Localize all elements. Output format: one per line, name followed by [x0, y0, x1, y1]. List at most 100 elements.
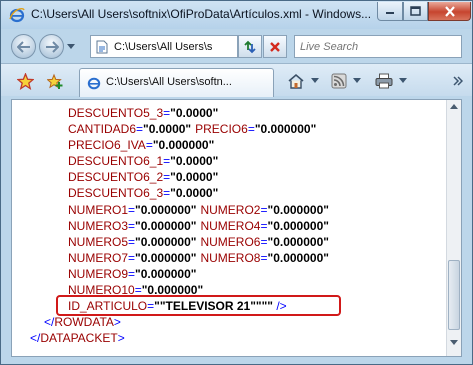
xml-equals: =	[128, 234, 136, 249]
xml-attribute-name: DESCUENTO6_3	[68, 186, 164, 201]
xml-equals: =	[145, 138, 153, 153]
xml-attribute-name: NUMERO3	[68, 218, 129, 233]
xml-line: NUMERO1="0.000000" NUMERO2="0.000000"	[12, 202, 446, 218]
arrow-right-icon	[45, 40, 59, 53]
search-box[interactable]	[294, 35, 462, 58]
navigation-bar: C:\Users\All Users\s	[1, 29, 472, 63]
refresh-button[interactable]	[238, 35, 262, 58]
xml-attribute-value: "0.0000"	[170, 154, 219, 169]
rss-feed-icon	[331, 73, 347, 89]
xml-attribute-name: DESCUENTO5_3	[68, 106, 164, 120]
stop-button[interactable]	[263, 35, 287, 58]
xml-attribute-value: "0.000000"	[135, 266, 197, 281]
printer-icon	[375, 73, 393, 89]
xml-attribute-name: NUMERO8	[200, 250, 261, 265]
arrow-left-icon	[16, 40, 30, 53]
xml-bracket: >	[117, 331, 125, 346]
title-bar[interactable]: C:\Users\All Users\softnix\OfiProData\Ar…	[1, 1, 472, 29]
xml-line: DESCUENTO5_3="0.0000"	[12, 105, 446, 121]
internet-explorer-icon	[87, 77, 101, 90]
refresh-icon	[244, 40, 256, 53]
search-input[interactable]	[296, 37, 460, 56]
xml-attribute-name: PRECIO6	[195, 122, 248, 137]
xml-bracket: >	[113, 315, 121, 330]
xml-attribute-name: NUMERO4	[200, 218, 261, 233]
feeds-chevron-down-icon[interactable]	[353, 78, 361, 84]
xml-tag-name: DATAPACKET	[40, 331, 118, 346]
more-commands-chevron-icon[interactable]	[453, 76, 463, 86]
xml-closing-tag-line: </ROWDATA>	[12, 314, 446, 330]
xml-equals: =	[128, 202, 136, 217]
add-favorites-icon[interactable]	[46, 72, 64, 90]
tab-command-bar: C:\Users\All Users\softn...	[1, 63, 472, 97]
xml-attribute-value: "0.000000"	[135, 218, 197, 233]
xml-attribute-value: "0.0000"	[170, 170, 219, 185]
home-icon	[288, 73, 304, 89]
favorites-star-icon[interactable]	[16, 72, 34, 90]
maximize-button[interactable]	[403, 2, 428, 21]
tab-active-document[interactable]: C:\Users\All Users\softn...	[79, 68, 274, 97]
xml-equals: =	[136, 122, 144, 137]
document-view[interactable]: DESCUENTO5_3="0.0000" CANTIDAD6="0.0000" P…	[11, 99, 462, 357]
xml-bracket: </	[44, 315, 55, 330]
xml-attribute-name: NUMERO1	[68, 202, 129, 217]
xml-attribute-value: "0.000000"	[135, 202, 197, 217]
home-chevron-down-icon[interactable]	[311, 78, 319, 84]
xml-line: NUMERO7="0.000000" NUMERO8="0.000000"	[12, 250, 446, 266]
address-bar[interactable]: C:\Users\All Users\s	[90, 35, 323, 58]
xml-attribute-value: "0.000000"	[267, 202, 329, 217]
xml-equals: =	[247, 122, 255, 137]
xml-attribute-name: NUMERO6	[200, 234, 261, 249]
xml-attribute-value: "0.000000"	[135, 234, 197, 249]
xml-attribute-name: PRECIO6_IVA	[68, 138, 146, 153]
xml-line: DESCUENTO6_3="0.0000"	[12, 185, 446, 201]
xml-attribute-value: "0.000000"	[152, 138, 215, 153]
xml-attribute-value: "0.0000"	[143, 122, 192, 137]
xml-attribute-value: "0.0000"	[170, 106, 219, 120]
xml-line: PRECIO6_IVA="0.000000"	[12, 137, 446, 153]
print-chevron-down-icon[interactable]	[399, 78, 407, 84]
xml-line: DESCUENTO6_1="0.0000"	[12, 153, 446, 169]
xml-line: NUMERO3="0.000000" NUMERO4="0.000000"	[12, 218, 446, 234]
back-button[interactable]	[11, 34, 36, 59]
xml-equals: =	[260, 218, 268, 233]
xml-attribute-name: DESCUENTO6_1	[68, 154, 164, 169]
recent-pages-chevron-down-icon[interactable]	[67, 44, 75, 50]
xml-attribute-name: DESCUENTO6_2	[68, 170, 164, 185]
xml-attribute-name: NUMERO7	[68, 250, 129, 265]
minimize-button[interactable]	[377, 2, 403, 21]
xml-equals: =	[260, 250, 268, 265]
window-title: C:\Users\All Users\softnix\OfiProData\Ar…	[31, 7, 371, 21]
xml-tag-name: ROWDATA	[54, 315, 114, 330]
scroll-down-arrow-icon[interactable]	[450, 340, 458, 346]
internet-explorer-icon	[9, 7, 25, 23]
xml-attribute-name: NUMERO9	[68, 266, 129, 281]
stop-x-icon	[270, 41, 280, 52]
xml-equals: =	[260, 234, 268, 249]
forward-button[interactable]	[39, 34, 64, 59]
scrollbar-thumb[interactable]	[448, 260, 460, 330]
xml-attribute-value: "0.000000"	[254, 122, 317, 137]
xml-line: DESCUENTO6_2="0.0000"	[12, 169, 446, 185]
vertical-scrollbar[interactable]	[446, 100, 461, 356]
xml-equals: =	[128, 266, 136, 281]
address-text[interactable]: C:\Users\All Users\s	[114, 41, 226, 53]
browser-window: C:\Users\All Users\softnix\OfiProData\Ar…	[0, 0, 473, 365]
close-button[interactable]	[428, 2, 471, 21]
xml-equals: =	[260, 202, 268, 217]
scroll-up-arrow-icon[interactable]	[450, 104, 458, 110]
xml-attribute-value: "0.000000"	[135, 250, 197, 265]
xml-equals: =	[128, 218, 136, 233]
xml-closing-tag-line: </DATAPACKET>	[12, 330, 446, 346]
xml-attribute-name: CANTIDAD6	[68, 122, 137, 137]
xml-attribute-value: "0.000000"	[267, 218, 329, 233]
xml-attribute-value: "0.0000"	[170, 186, 219, 201]
home-button[interactable]	[287, 71, 319, 91]
xml-line: CANTIDAD6="0.0000" PRECIO6="0.000000"	[12, 121, 446, 137]
tab-label: C:\Users\All Users\softn...	[106, 76, 232, 88]
feeds-button[interactable]	[331, 71, 361, 91]
xml-line: NUMERO5="0.000000" NUMERO6="0.000000"	[12, 234, 446, 250]
xml-line: NUMERO9="0.000000"	[12, 266, 446, 282]
page-icon	[96, 40, 108, 54]
print-button[interactable]	[375, 71, 407, 91]
